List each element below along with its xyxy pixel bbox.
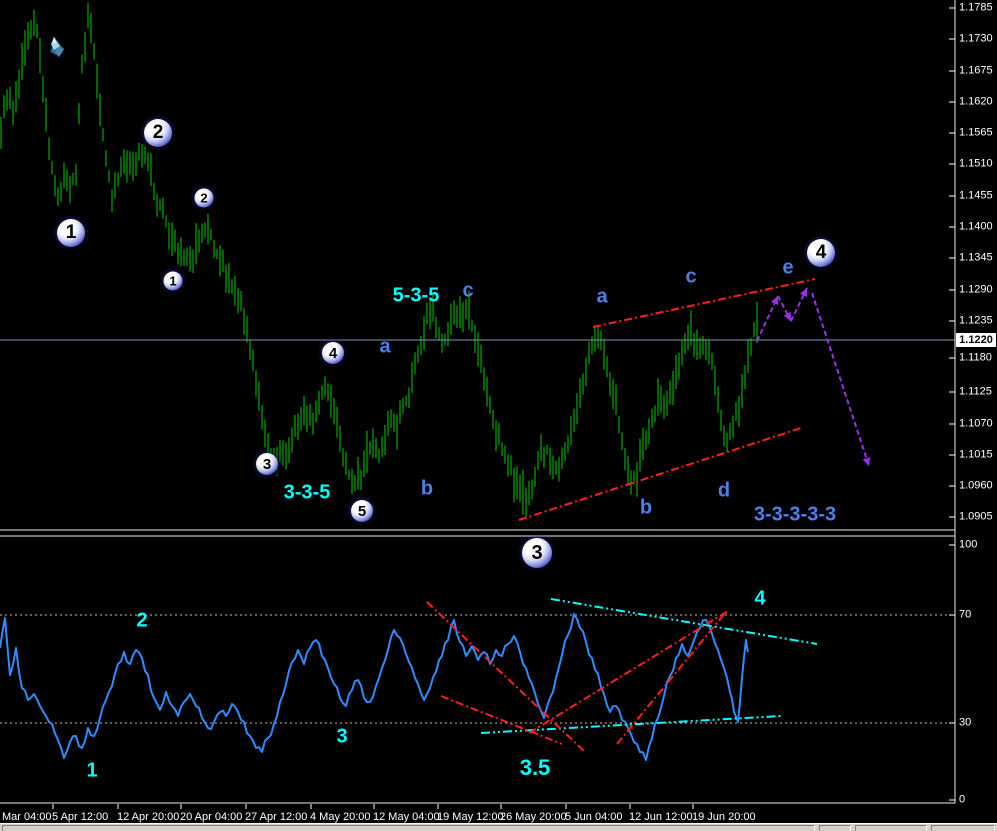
time-axis-label: 4 May 20:00 [310,812,371,823]
wave-letter-label[interactable]: b [640,497,652,520]
oscillator-axis-label: 0 [959,795,965,806]
wave-letter-label[interactable]: c [462,280,473,303]
price-axis-label: 1.1015 [959,450,993,461]
status-bar-panel [819,825,851,831]
status-bar-panel [931,825,995,831]
wave-circle-2[interactable]: 2 [195,189,214,208]
wave-circle-3[interactable]: 3 [256,453,278,475]
price-axis-label: 1.1125 [959,387,992,398]
wave-letter-label[interactable]: a [379,336,390,359]
oscillator-axis-label: 70 [959,610,971,621]
time-axis-label: 5 Apr 12:00 [52,812,108,823]
wave-circle-4[interactable]: 4 [807,239,835,267]
wave-count-label[interactable]: 3.5 [520,755,551,781]
price-axis-label: 1.1675 [959,66,993,77]
time-axis-label: 20 Apr 04:00 [180,812,242,823]
wave-count-label[interactable]: 3-3-5 [284,482,331,505]
time-axis-label: 12 Jun 12:00 [629,812,693,823]
forecast-arrowhead [863,457,870,466]
time-axis-label: 19 Jun 20:00 [692,812,756,823]
price-axis-label: 1.0905 [959,512,993,523]
red-trendline[interactable] [427,602,584,751]
wave-letter-label[interactable]: b [421,478,433,501]
wave-circle-1[interactable]: 1 [57,219,85,247]
time-axis-label: 12 Apr 20:00 [117,812,179,823]
red-trendline[interactable] [617,612,726,744]
status-bar-panel [855,825,927,831]
price-axis-label: 1.1400 [959,222,993,233]
price-axis-label: 1.1345 [959,253,993,264]
price-axis-label: 1.1235 [959,316,993,327]
trading-chart-window: 1.1785 1.1730 1.1675 1.1620 1.1565 1.1510 1.14… [0,0,997,831]
wave-count-label[interactable]: 4 [754,588,765,611]
wave-letter-label[interactable]: e [782,257,793,280]
wave-circle-4[interactable]: 4 [322,342,344,364]
oscillator-axis-label: 30 [959,718,971,729]
price-axis-label: 1.1070 [959,419,993,430]
time-axis-label: 5 Jun 04:00 [565,812,623,823]
time-axis-label: 26 May 20:00 [500,812,567,823]
red-trendline[interactable] [529,611,728,733]
price-axis-label: 1.1565 [959,128,993,139]
wave-letter-label[interactable]: d [718,480,730,503]
wave-letter-label[interactable]: c [685,266,696,289]
price-axis-label: 1.1455 [959,191,993,202]
price-axis-label: 1.1290 [959,285,993,296]
time-axis-label: 27 Apr 12:00 [245,812,307,823]
wave-count-label[interactable]: 3 [336,726,347,749]
forecast-arrow[interactable] [812,293,869,466]
wave-circle-1[interactable]: 1 [164,272,183,291]
wave-circle-5[interactable]: 5 [351,500,373,522]
wave-count-label[interactable]: 5-3-5 [393,285,440,308]
wave-circle-3[interactable]: 3 [522,538,552,568]
price-axis-label: 1.0960 [959,481,993,492]
price-axis-label: 1.1620 [959,97,993,108]
mouse-cursor-icon [44,36,68,66]
oscillator-line[interactable] [0,614,748,760]
wave-count-label[interactable]: 1 [86,760,97,783]
time-axis-label: 19 May 12:00 [437,812,504,823]
time-axis-label: Mar 04:00 [2,812,52,823]
status-bar-panel [2,825,815,831]
wave-circle-2[interactable]: 2 [144,119,172,147]
price-axis-label: 1.1510 [959,159,993,170]
price-axis-label: 1.1785 [959,3,993,14]
wave-count-label[interactable]: 2 [136,610,147,633]
current-price-badge: 1.1220 [956,333,996,347]
time-axis-label: 12 May 04:00 [373,812,440,823]
oscillator-axis-label: 100 [959,540,977,551]
wave-letter-label[interactable]: 3-3-3-3-3 [754,504,836,527]
red-trendline[interactable] [593,279,815,327]
red-trendline[interactable] [441,696,562,744]
price-axis-label: 1.1730 [959,34,993,45]
price-axis-label: 1.1180 [959,353,992,364]
status-bar [0,823,997,831]
wave-letter-label[interactable]: a [596,286,607,309]
